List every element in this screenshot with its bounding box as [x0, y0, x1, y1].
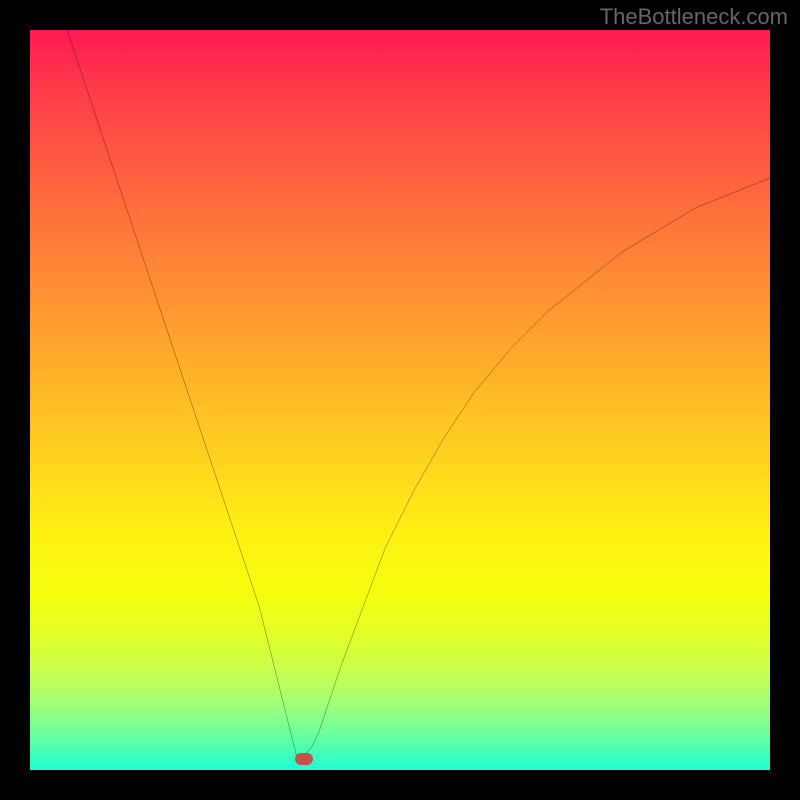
- watermark-text: TheBottleneck.com: [600, 4, 788, 30]
- optimal-point-marker: [295, 753, 313, 765]
- bottleneck-curve-path: [67, 30, 770, 755]
- chart-curve: [30, 30, 770, 770]
